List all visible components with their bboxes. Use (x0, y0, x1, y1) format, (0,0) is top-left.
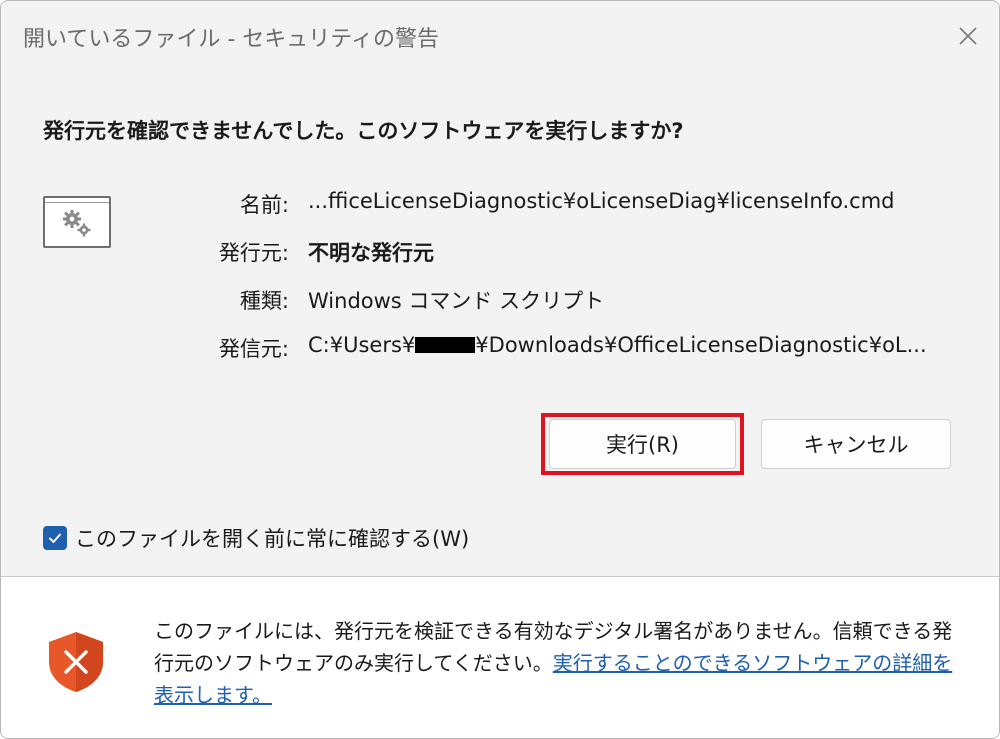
type-row: 種類: Windows コマンド スクリプト (171, 285, 971, 317)
security-warning-dialog: 開いているファイル - セキュリティの警告 発行元を確認できませんでした。このソ… (0, 0, 1000, 739)
publisher-value: 不明な発行元 (308, 241, 434, 265)
dialog-body: 発行元を確認できませんでした。このソフトウェアを実行しますか? 名前: ...f… (1, 71, 999, 576)
from-value-suffix: ¥Downloads¥OfficeLicenseDiagnostic¥oL... (475, 333, 927, 357)
type-label: 種類: (239, 289, 289, 313)
close-button[interactable] (937, 1, 999, 71)
file-name-value: ...fficeLicenseDiagnostic¥oLicenseDiag¥l… (308, 189, 895, 213)
run-question: 発行元を確認できませんでした。このソフトウェアを実行しますか? (43, 119, 684, 143)
from-label: 発信元: (218, 337, 289, 361)
from-row: 発信元: C:¥Users¥ ¥Downloads¥OfficeLicenseDi… (171, 333, 971, 365)
file-name-row: 名前: ...fficeLicenseDiagnostic¥oLicenseDi… (171, 189, 971, 221)
checkmark-icon (49, 533, 61, 543)
window-title: 開いているファイル - セキュリティの警告 (23, 27, 439, 52)
from-value: C:¥Users¥ ¥Downloads¥OfficeLicenseDiagnos… (308, 333, 927, 357)
warning-message: このファイルには、発行元を検証できる有効なデジタル署名がありません。信頼できる発… (154, 615, 964, 711)
cancel-button[interactable]: キャンセル (761, 419, 951, 469)
script-file-gear-icon (43, 196, 111, 248)
run-button[interactable]: 実行(R) (549, 419, 736, 469)
warning-shield-icon (49, 632, 103, 692)
always-ask-checkbox[interactable] (43, 526, 67, 550)
always-ask-label: このファイルを開く前に常に確認する(W) (75, 527, 470, 551)
file-name-label: 名前: (239, 193, 289, 217)
warning-footer: このファイルには、発行元を検証できる有効なデジタル署名がありません。信頼できる発… (1, 577, 999, 738)
publisher-row: 発行元: 不明な発行元 (171, 237, 971, 269)
title-bar: 開いているファイル - セキュリティの警告 (1, 1, 999, 71)
always-ask-option[interactable]: このファイルを開く前に常に確認する(W) (43, 523, 469, 553)
close-icon (959, 27, 977, 45)
from-value-prefix: C:¥Users¥ (308, 333, 416, 357)
publisher-label: 発行元: (218, 241, 289, 265)
redacted-username (415, 337, 476, 353)
type-value: Windows コマンド スクリプト (308, 289, 605, 313)
